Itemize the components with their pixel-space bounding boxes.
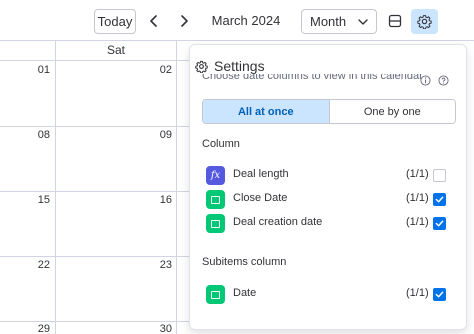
grid-row-divider: [0, 60, 189, 61]
today-button[interactable]: Today: [94, 9, 136, 34]
column-checkbox[interactable]: [433, 169, 446, 182]
column-option-deal-creation-date[interactable]: Deal creation date (1/1): [206, 214, 448, 234]
grid-column-divider: [176, 40, 177, 334]
day-header-saturday: Sat: [106, 43, 125, 57]
date-column-icon: [206, 190, 225, 209]
column-checkbox[interactable]: [433, 288, 446, 301]
day-cell-number[interactable]: 15: [26, 194, 50, 206]
settings-panel: Settings Choose date columns to view in …: [189, 44, 467, 330]
column-name: Close Date: [233, 192, 288, 204]
info-icon[interactable]: [420, 75, 431, 86]
date-column-icon: [206, 214, 225, 233]
subitems-section-label: Subitems column: [202, 256, 287, 268]
columns-section-label: Column: [202, 138, 240, 150]
day-cell-number[interactable]: 01: [26, 64, 50, 76]
chevron-down-icon: [358, 19, 368, 25]
grid-row-divider: [0, 321, 189, 322]
settings-title: Settings: [214, 58, 265, 74]
calendar-view: Today March 2024 Month Sat 01 02 08 09 1…: [0, 0, 474, 334]
day-cell-number[interactable]: 29: [26, 323, 50, 334]
help-icon[interactable]: [438, 75, 449, 86]
month-title: March 2024: [211, 13, 281, 28]
subitem-column-option-date[interactable]: Date (1/1): [206, 285, 448, 305]
previous-month-button[interactable]: [144, 10, 164, 32]
day-cell-number[interactable]: 30: [148, 323, 172, 334]
date-column-icon: [206, 285, 225, 304]
day-cell-number[interactable]: 09: [148, 129, 172, 141]
checkmark-icon: [435, 196, 444, 203]
day-cell-number[interactable]: 22: [26, 259, 50, 271]
column-checkbox[interactable]: [433, 217, 446, 230]
day-cell-number[interactable]: 02: [148, 64, 172, 76]
column-count: (1/1): [406, 192, 429, 204]
column-count: (1/1): [406, 168, 429, 180]
next-month-button[interactable]: [174, 10, 194, 32]
day-cell-number[interactable]: 16: [148, 194, 172, 206]
day-cell-number[interactable]: 23: [148, 259, 172, 271]
grid-column-divider: [55, 40, 56, 334]
settings-button[interactable]: [411, 9, 438, 34]
day-cell-number[interactable]: 08: [26, 129, 50, 141]
column-count: (1/1): [406, 216, 429, 228]
grid-row-divider: [0, 256, 189, 257]
column-count: (1/1): [406, 287, 429, 299]
calendar-toolbar: Today March 2024 Month: [0, 0, 474, 40]
chevron-left-icon: [150, 15, 157, 27]
view-mode-select[interactable]: Month: [301, 9, 377, 34]
view-mode-value: Month: [310, 14, 347, 29]
settings-subtitle: Choose date columns to view in this cale…: [202, 74, 422, 88]
column-option-deal-length[interactable]: fx Deal length (1/1): [206, 166, 448, 186]
settings-subtitle-text: Choose date columns to view in this cale…: [202, 74, 422, 82]
gear-icon: [195, 60, 208, 73]
checkmark-icon: [435, 291, 444, 298]
column-name: Deal length: [233, 168, 289, 180]
settings-header: Settings: [195, 57, 265, 75]
grid-row-divider: [0, 126, 189, 127]
mode-all-at-once[interactable]: All at once: [203, 100, 330, 123]
mode-one-by-one[interactable]: One by one: [329, 100, 455, 123]
display-mode-toggle: All at once One by one: [202, 99, 456, 124]
layout-split-icon: [388, 14, 402, 28]
gear-icon: [417, 15, 432, 29]
column-name: Deal creation date: [233, 216, 323, 228]
layout-toggle-button[interactable]: [383, 9, 407, 33]
column-option-close-date[interactable]: Close Date (1/1): [206, 190, 448, 210]
chevron-right-icon: [181, 15, 188, 27]
column-name: Date: [233, 287, 257, 299]
checkmark-icon: [435, 220, 444, 227]
column-checkbox[interactable]: [433, 193, 446, 206]
grid-row-divider: [0, 191, 189, 192]
formula-icon: fx: [206, 166, 225, 185]
